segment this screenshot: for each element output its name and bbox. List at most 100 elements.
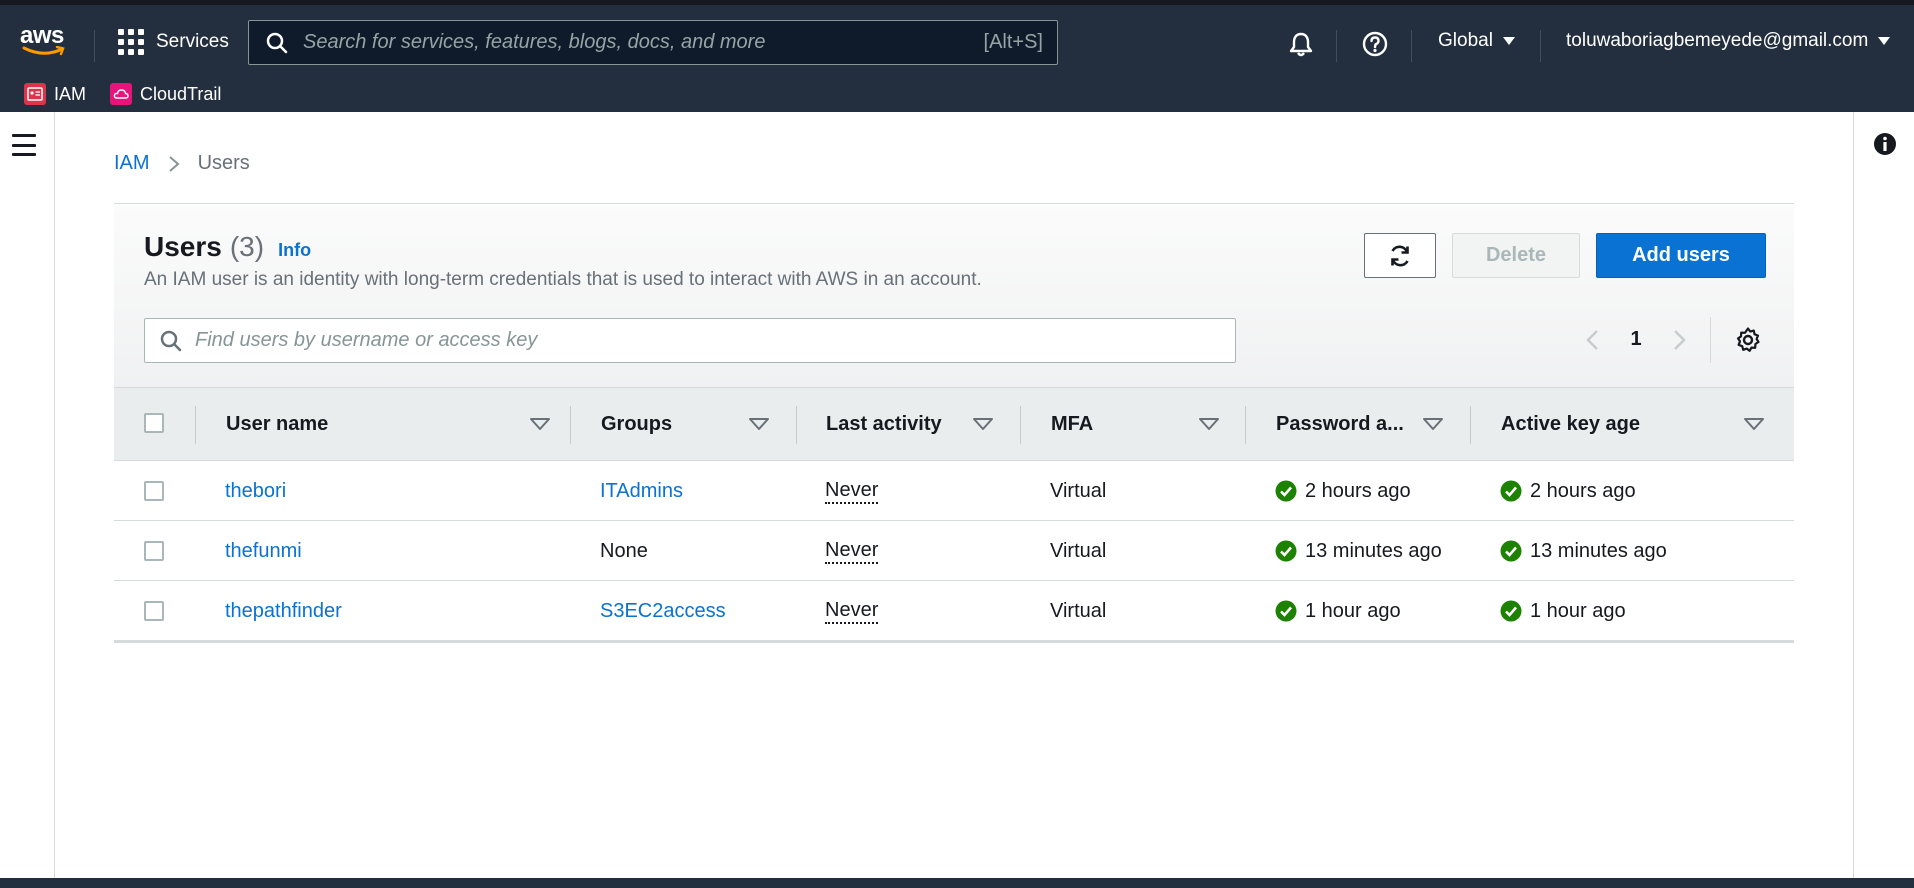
username-link[interactable]: thebori	[225, 480, 286, 503]
nav-divider	[1336, 30, 1337, 62]
add-users-button[interactable]: Add users	[1596, 233, 1766, 278]
refresh-icon	[1391, 245, 1409, 266]
bell-icon[interactable]	[1287, 30, 1315, 58]
column-divider	[195, 406, 196, 444]
breadcrumb-divider	[114, 203, 1794, 204]
mfa-value: Virtual	[1050, 539, 1107, 562]
success-check-icon	[1500, 480, 1522, 502]
region-selector[interactable]: Global	[1438, 30, 1515, 52]
sort-down-icon	[749, 418, 769, 430]
aws-logo[interactable]: aws	[20, 24, 70, 62]
caret-down-icon	[1878, 37, 1891, 45]
search-icon	[160, 330, 182, 351]
favorite-iam-label: IAM	[54, 83, 87, 104]
account-menu[interactable]: toluwaboriagbemeyede@gmail.com	[1566, 30, 1891, 52]
hamburger-menu-icon[interactable]	[12, 134, 36, 156]
search-icon	[266, 32, 288, 53]
column-label: User name	[226, 412, 329, 435]
column-header-groups[interactable]: Groups	[601, 388, 796, 460]
users-table-panel: Users (3) Info An IAM user is an identit…	[114, 205, 1794, 643]
sort-down-icon	[530, 418, 550, 430]
table-row[interactable]: thepathfinder S3EC2access Never Virtual …	[114, 581, 1794, 643]
current-page-number[interactable]: 1	[1624, 328, 1648, 351]
nav-divider	[1540, 30, 1541, 62]
info-link[interactable]: Info	[278, 240, 311, 261]
info-icon[interactable]	[1873, 132, 1897, 156]
global-search-input[interactable]	[303, 31, 984, 54]
username-link[interactable]: thefunmi	[225, 540, 302, 563]
user-filter[interactable]	[144, 318, 1236, 363]
select-all-checkbox[interactable]	[144, 413, 164, 433]
grid-icon	[118, 29, 144, 55]
key-age-value: 13 minutes ago	[1530, 539, 1667, 562]
column-label: Active key age	[1501, 412, 1640, 435]
favorites-bar: IAM CloudTrail	[0, 76, 221, 112]
users-count: (3)	[229, 231, 265, 262]
favorite-iam[interactable]: IAM	[24, 83, 86, 105]
help-panel-rail	[1853, 112, 1914, 878]
iam-service-icon	[24, 83, 46, 105]
success-check-icon	[1500, 600, 1522, 622]
last-activity-value[interactable]: Never	[825, 478, 879, 504]
cloudtrail-service-icon	[110, 83, 133, 105]
column-label: MFA	[1051, 412, 1094, 435]
nav-primary-row: aws Services [Alt+S]	[0, 10, 1914, 70]
column-divider	[1470, 406, 1471, 444]
region-label: Global	[1438, 30, 1493, 51]
favorite-cloudtrail[interactable]: CloudTrail	[110, 83, 221, 105]
previous-page-icon[interactable]	[1580, 326, 1608, 354]
aws-logo-text: aws	[20, 22, 64, 49]
sort-down-icon	[973, 418, 993, 430]
column-header-last-activity[interactable]: Last activity	[826, 388, 1020, 460]
row-checkbox[interactable]	[144, 481, 164, 501]
help-icon[interactable]	[1361, 30, 1389, 58]
column-divider	[796, 406, 797, 444]
password-age-value: 2 hours ago	[1305, 479, 1411, 502]
next-page-icon[interactable]	[1664, 326, 1692, 354]
sort-down-icon	[1744, 418, 1764, 430]
services-label: Services	[156, 31, 229, 52]
user-filter-input[interactable]	[195, 329, 1235, 352]
column-divider	[1245, 406, 1246, 444]
column-divider	[1020, 406, 1021, 444]
delete-button[interactable]: Delete	[1452, 233, 1580, 278]
search-shortcut-hint: [Alt+S]	[983, 31, 1043, 53]
chevron-right-icon	[168, 155, 180, 172]
column-header-mfa[interactable]: MFA	[1051, 388, 1246, 460]
group-link[interactable]: ITAdmins	[600, 480, 683, 503]
table-row[interactable]: thefunmi None Never Virtual 13 minutes a…	[114, 521, 1794, 581]
column-label: Last activity	[826, 412, 942, 435]
services-menu-button[interactable]: Services	[118, 24, 229, 60]
row-checkbox[interactable]	[144, 601, 164, 621]
account-label: toluwaboriagbemeyede@gmail.com	[1566, 30, 1869, 51]
column-label: Groups	[601, 412, 673, 435]
row-checkbox[interactable]	[144, 541, 164, 561]
breadcrumb: IAM Users	[114, 152, 250, 175]
column-header-password-age[interactable]: Password a...	[1276, 388, 1470, 460]
nav-divider	[1411, 30, 1412, 62]
gear-icon[interactable]	[1734, 326, 1762, 354]
last-activity-value[interactable]: Never	[825, 598, 879, 624]
password-age-value: 1 hour ago	[1305, 599, 1401, 622]
column-header-user-name[interactable]: User name	[226, 388, 577, 460]
group-link[interactable]: S3EC2access	[600, 600, 726, 623]
refresh-button[interactable]	[1364, 233, 1436, 278]
column-header-active-key-age[interactable]: Active key age	[1501, 388, 1791, 460]
page-title: Users	[144, 231, 222, 262]
sort-down-icon	[1199, 418, 1219, 430]
global-search[interactable]: [Alt+S]	[248, 20, 1058, 65]
table-row[interactable]: thebori ITAdmins Never Virtual 2 hours a…	[114, 461, 1794, 521]
footer-bar	[0, 878, 1914, 888]
aws-smile-icon	[22, 46, 65, 56]
pager-divider	[1710, 317, 1711, 363]
success-check-icon	[1500, 540, 1522, 562]
table-column-headers: User name Groups Last activity MFA Passw…	[114, 387, 1794, 461]
username-link[interactable]: thepathfinder	[225, 600, 342, 623]
sort-down-icon	[1423, 418, 1443, 430]
breadcrumb-iam-link[interactable]: IAM	[114, 152, 150, 175]
mfa-value: Virtual	[1050, 479, 1107, 502]
last-activity-value[interactable]: Never	[825, 538, 879, 564]
breadcrumb-current: Users	[197, 152, 250, 174]
nav-divider	[94, 30, 95, 62]
success-check-icon	[1275, 540, 1297, 562]
